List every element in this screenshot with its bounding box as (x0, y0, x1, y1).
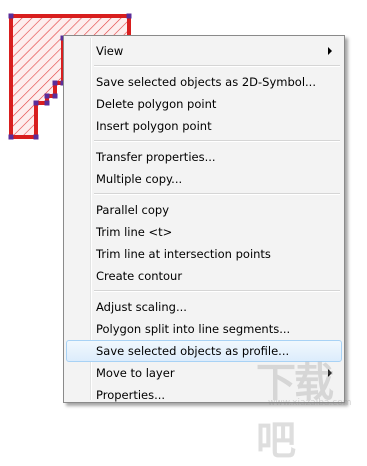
menu-item-transfer-properties[interactable]: Transfer properties... (66, 146, 342, 168)
menu-item-label: Polygon split into line segments... (96, 322, 291, 336)
drawing-canvas[interactable]: View Save selected objects as 2D-Symbol..… (0, 0, 367, 464)
menu-item-label: Transfer properties... (96, 150, 216, 164)
context-menu: View Save selected objects as 2D-Symbol..… (63, 35, 345, 403)
vertex-handle[interactable] (33, 134, 39, 140)
menu-item-label: Delete polygon point (96, 97, 217, 111)
vertex-handle[interactable] (8, 134, 14, 140)
menu-separator (94, 140, 340, 142)
menu-item-adjust-scaling[interactable]: Adjust scaling... (66, 296, 342, 318)
menu-item-create-contour[interactable]: Create contour (66, 265, 342, 287)
menu-separator (94, 65, 340, 67)
vertex-handle[interactable] (8, 13, 14, 19)
menu-item-label: Save selected objects as 2D-Symbol... (96, 75, 316, 89)
vertex-handle[interactable] (126, 13, 132, 19)
menu-item-trim-line-at-intersection-points[interactable]: Trim line at intersection points (66, 243, 342, 265)
site-watermark: 下载吧 www.xiazaiba.com (226, 350, 364, 464)
menu-item-label: Trim line <t> (96, 225, 173, 239)
vertex-handle[interactable] (52, 93, 58, 99)
menu-item-delete-polygon-point[interactable]: Delete polygon point (66, 93, 342, 115)
menu-item-label: Parallel copy (96, 203, 170, 217)
vertex-handle[interactable] (52, 80, 58, 86)
vertex-handle[interactable] (33, 100, 39, 106)
menu-separator (94, 193, 340, 195)
watermark-url: www.xiazaiba.com (268, 398, 352, 408)
menu-item-label: Adjust scaling... (96, 300, 187, 314)
menu-item-label: Trim line at intersection points (96, 247, 271, 261)
menu-item-view[interactable]: View (66, 40, 342, 62)
menu-item-save-selected-objects-as-2d-symbol[interactable]: Save selected objects as 2D-Symbol... (66, 71, 342, 93)
menu-item-trim-line-t[interactable]: Trim line <t> (66, 221, 342, 243)
menu-item-label: Multiple copy... (96, 172, 183, 186)
watermark-logo-text: 下载吧 (256, 359, 334, 464)
menu-item-parallel-copy[interactable]: Parallel copy (66, 199, 342, 221)
submenu-arrow-icon (328, 47, 332, 55)
menu-item-insert-polygon-point[interactable]: Insert polygon point (66, 115, 342, 137)
menu-item-label: View (96, 44, 124, 58)
vertex-handle[interactable] (44, 100, 50, 106)
menu-item-multiple-copy[interactable]: Multiple copy... (66, 168, 342, 190)
vertex-handle[interactable] (44, 93, 50, 99)
menu-item-label: Insert polygon point (96, 119, 212, 133)
menu-item-polygon-split-into-line-segments[interactable]: Polygon split into line segments... (66, 318, 342, 340)
menu-item-label: Properties... (96, 388, 166, 402)
menu-item-label: Create contour (96, 269, 183, 283)
menu-separator (94, 290, 340, 292)
menu-item-label: Move to layer (96, 366, 175, 380)
